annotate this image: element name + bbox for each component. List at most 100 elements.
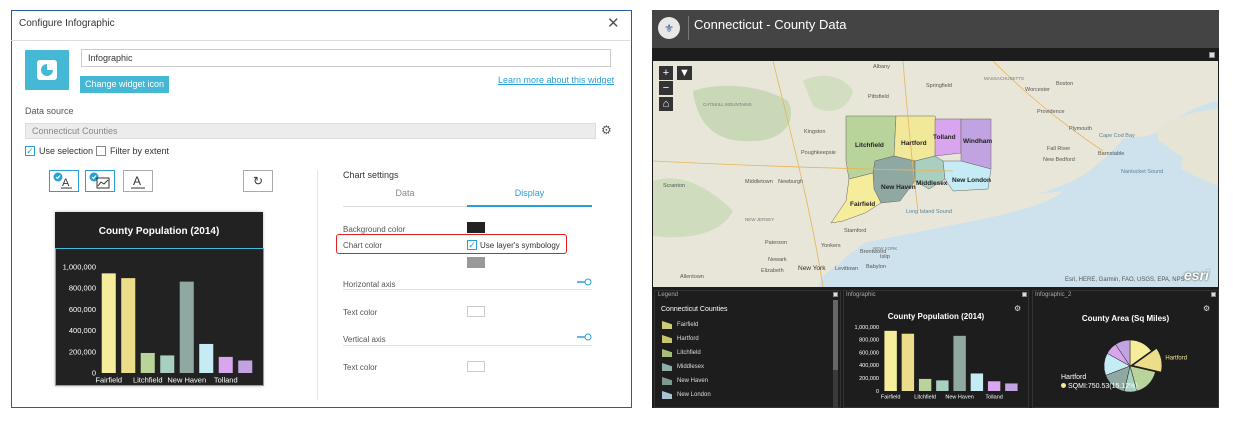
preview-plot-area: 1,000,000 800,000 600,000 400,000 200,000 0 Fa… — [55, 248, 264, 386]
legend-swatch — [662, 363, 672, 371]
legend-layer-name: Connecticut Counties — [661, 306, 728, 313]
filter-extent-option[interactable]: Filter by extent — [96, 146, 169, 156]
zoom-out-button[interactable]: − — [659, 81, 673, 95]
map-canvas: Litchfield Hartford Tolland Windham New … — [653, 61, 1218, 287]
infographic-icon — [37, 60, 57, 80]
infographic-bar-chart: 1,000,000 800,000 600,000 400,000 200,000 0Fa… — [855, 325, 1018, 401]
x-tick-label: Litchfield — [914, 395, 936, 401]
infographic-chart-title: County Population (2014) — [887, 312, 985, 321]
data-source-select[interactable]: Connecticut Counties — [25, 123, 596, 139]
use-selection-checkbox[interactable] — [25, 146, 35, 156]
legend-panel-label: Legend — [658, 292, 679, 298]
svg-text:Springfield: Springfield — [926, 83, 952, 89]
x-tick-label: Tolland — [985, 395, 1002, 401]
label-fairfield: Fairfield — [850, 201, 875, 208]
horizontal-axis-label: Horizontal axis — [343, 280, 396, 289]
svg-text:Babylon: Babylon — [866, 264, 886, 270]
svg-text:Kingston: Kingston — [804, 129, 825, 135]
learn-more-link[interactable]: Learn more about this widget — [498, 75, 614, 85]
bar-new-haven — [179, 281, 194, 373]
legend-swatch — [662, 391, 672, 399]
gear-icon[interactable]: ⚙ — [1203, 304, 1210, 313]
horizontal-axis-toggle[interactable] — [576, 278, 592, 286]
filter-icon[interactable]: ▼ — [677, 66, 692, 80]
y-tick-label: 400,000 — [859, 363, 879, 369]
text-only-button[interactable]: A — [123, 170, 153, 192]
app-title: Connecticut - County Data — [694, 17, 847, 32]
svg-text:Newburgh: Newburgh — [778, 179, 803, 185]
label-tolland: Tolland — [933, 134, 956, 141]
svg-text:Worcester: Worcester — [1025, 87, 1050, 93]
gear-icon[interactable]: ⚙ — [601, 123, 612, 137]
chart-template-button[interactable] — [85, 170, 115, 192]
bar-new-london — [199, 343, 214, 373]
tab-data[interactable]: Data — [343, 188, 467, 198]
legend-label: Middlesex — [677, 364, 705, 370]
bar-windham — [1005, 383, 1018, 391]
text-color-swatch-vertical[interactable] — [467, 361, 485, 372]
y-tick-label: 1,000,000 — [855, 325, 879, 331]
chart-color-label: Chart color — [343, 241, 383, 250]
svg-text:Stamford: Stamford — [844, 228, 866, 234]
esri-logo: esri — [1184, 267, 1209, 283]
svg-text:CATSKILL MOUNTAINS: CATSKILL MOUNTAINS — [703, 102, 752, 107]
svg-text:Long Island Sound: Long Island Sound — [906, 209, 952, 215]
horizontal-axis-divider — [343, 289, 592, 290]
y-tick-label: 400,000 — [69, 326, 96, 335]
text-color-swatch-horizontal[interactable] — [467, 306, 485, 317]
vertical-axis-divider — [343, 345, 592, 346]
bar-middlesex — [936, 380, 949, 391]
use-selection-option[interactable]: Use selection — [25, 146, 93, 156]
bar-tolland — [218, 356, 233, 373]
tab-display[interactable]: Display — [467, 188, 592, 198]
vertical-divider — [317, 170, 318, 400]
y-tick-label: 800,000 — [859, 338, 879, 344]
widget-name-input[interactable] — [81, 49, 611, 67]
chart-settings-title: Chart settings — [343, 170, 399, 180]
legend-label: Litchfield — [677, 350, 701, 356]
y-tick-label: 1,000,000 — [63, 263, 96, 272]
infographic2-maximize-icon[interactable] — [1211, 292, 1216, 297]
widget-icon — [25, 50, 69, 90]
maximize-icon[interactable] — [1209, 52, 1215, 58]
filter-extent-label: Filter by extent — [110, 146, 170, 156]
y-tick-label: 600,000 — [69, 305, 96, 314]
vertical-axis-toggle[interactable] — [576, 333, 592, 341]
svg-text:Cape Cod Bay: Cape Cod Bay — [1099, 133, 1135, 139]
svg-text:Plymouth: Plymouth — [1069, 126, 1092, 132]
label-new-london: New London — [952, 177, 991, 184]
infographic2-panel-label: Infographic_2 — [1035, 292, 1072, 298]
legend-item: Hartford — [662, 335, 699, 343]
map-view[interactable]: Litchfield Hartford Tolland Windham New … — [653, 61, 1218, 287]
filter-extent-checkbox[interactable] — [96, 146, 106, 156]
bar-hartford — [121, 278, 136, 373]
legend-label: Hartford — [677, 336, 699, 342]
preview-chart-title: County Population (2014) — [98, 226, 220, 237]
vertical-axis-label: Vertical axis — [343, 335, 386, 344]
title-divider — [11, 40, 630, 41]
background-color-swatch[interactable] — [467, 222, 485, 233]
pie-tooltip-value: SQMI:750.53(15.12%) — [1061, 383, 1138, 390]
use-layer-symbology-option[interactable]: Use layer's symbology — [467, 240, 560, 250]
zoom-in-button[interactable]: + — [659, 66, 673, 80]
dialog-title: Configure Infographic — [19, 18, 115, 29]
bar-new-haven — [953, 335, 966, 391]
close-icon[interactable]: ✕ — [607, 14, 620, 32]
home-button[interactable]: ⌂ — [659, 97, 673, 111]
data-source-label: Data source — [25, 106, 74, 116]
legend-label: New Haven — [677, 378, 709, 384]
refresh-button[interactable]: ↻ — [243, 170, 273, 192]
infographic-maximize-icon[interactable] — [1022, 292, 1027, 297]
chart-color-swatch[interactable] — [467, 257, 485, 268]
change-widget-icon-button[interactable]: Change widget icon — [80, 76, 169, 93]
label-litchfield: Litchfield — [855, 142, 884, 149]
use-layer-symbology-checkbox[interactable] — [467, 240, 477, 250]
text-template-button[interactable]: A — [49, 170, 79, 192]
legend-scroll-thumb[interactable] — [833, 300, 838, 370]
label-middlesex: Middlesex — [916, 180, 948, 187]
svg-text:Levittown: Levittown — [835, 266, 858, 272]
label-windham: Windham — [963, 138, 992, 145]
svg-text:Elizabeth: Elizabeth — [761, 268, 784, 274]
label-hartford: Hartford — [901, 140, 927, 147]
legend-maximize-icon[interactable] — [833, 292, 838, 297]
